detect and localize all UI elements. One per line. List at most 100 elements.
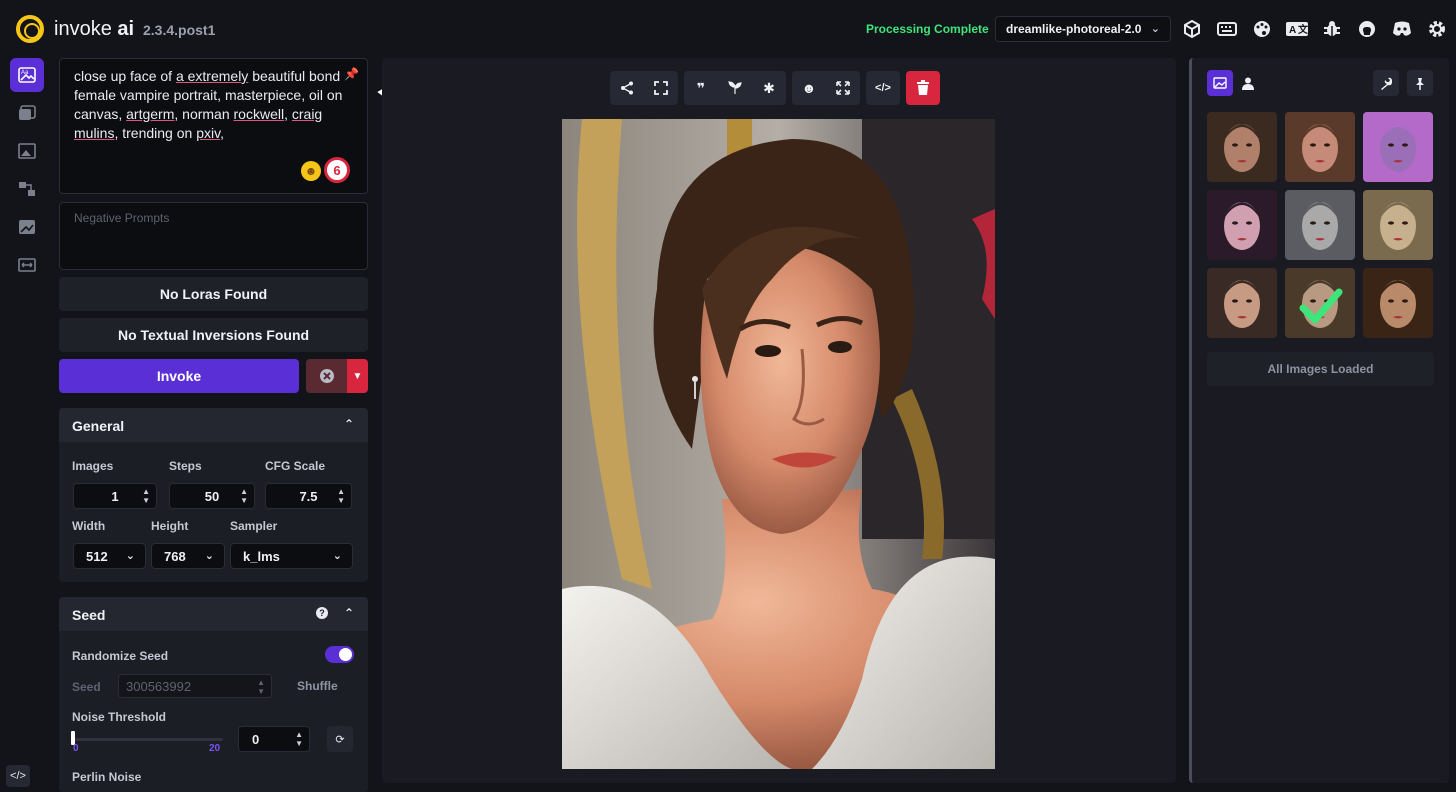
stepper-arrows-icon[interactable]: ▲ ▼ bbox=[337, 487, 345, 505]
negative-prompt-input[interactable]: Negative Prompts bbox=[59, 202, 368, 270]
gallery-thumbnail[interactable] bbox=[1285, 112, 1355, 182]
code-icon[interactable]: </> bbox=[866, 71, 900, 105]
share-icon[interactable] bbox=[610, 71, 644, 105]
keyboard-icon[interactable] bbox=[1215, 16, 1239, 42]
model-select-value: dreamlike-photoreal-2.0 bbox=[1006, 22, 1142, 36]
slider-min-label: 0 bbox=[73, 743, 79, 754]
stepper-arrows-icon[interactable]: ▲ ▼ bbox=[295, 730, 303, 748]
sampler-select[interactable]: k_lms ⌄ bbox=[230, 543, 353, 569]
unified-canvas-icon bbox=[18, 143, 36, 159]
parameters-panel: close up face of a extremely beautiful b… bbox=[59, 58, 368, 792]
emoji-picker-icon[interactable]: ☻ bbox=[301, 161, 321, 181]
gallery-thumbnail[interactable] bbox=[1363, 190, 1433, 260]
shuffle-button[interactable]: Shuffle bbox=[297, 679, 338, 693]
translate-icon[interactable]: A文 bbox=[1285, 16, 1309, 42]
training-icon bbox=[18, 258, 36, 272]
sampler-label: Sampler bbox=[230, 519, 278, 533]
stepper-arrows-icon[interactable]: ▲ ▼ bbox=[142, 487, 150, 505]
loras-button[interactable]: No Loras Found bbox=[59, 277, 368, 311]
steps-stepper[interactable]: 50 ▲ ▼ bbox=[169, 483, 255, 509]
height-select[interactable]: 768 ⌄ bbox=[151, 543, 225, 569]
app: invoke ai 2.3.4.post1 Processing Complet… bbox=[0, 0, 1456, 792]
chevron-down-icon: ⌄ bbox=[1150, 23, 1160, 35]
gallery-thumbnail[interactable] bbox=[1363, 112, 1433, 182]
processing-status: Processing Complete bbox=[866, 22, 989, 36]
cfg-stepper[interactable]: 7.5 ▲ ▼ bbox=[265, 483, 352, 509]
fullscreen-icon[interactable] bbox=[644, 71, 678, 105]
gallery-images-tab[interactable] bbox=[1207, 70, 1233, 96]
image-to-image-tab[interactable] bbox=[10, 96, 44, 130]
prompt-input[interactable]: close up face of a extremely beautiful b… bbox=[59, 58, 368, 194]
noise-threshold-input[interactable]: 0 ▲ ▼ bbox=[238, 726, 310, 752]
perlin-noise-label: Perlin Noise bbox=[72, 770, 142, 784]
github-icon[interactable] bbox=[1355, 16, 1379, 42]
gallery-thumbnail[interactable] bbox=[1363, 268, 1433, 338]
palette-icon[interactable] bbox=[1250, 16, 1274, 42]
training-tab[interactable] bbox=[10, 248, 44, 282]
cancel-button[interactable] bbox=[306, 359, 347, 393]
width-label: Width bbox=[72, 519, 106, 533]
bug-icon[interactable] bbox=[1320, 16, 1344, 42]
unified-canvas-tab[interactable] bbox=[10, 134, 44, 168]
gear-icon[interactable] bbox=[1425, 16, 1449, 42]
upscale-expand-icon[interactable] bbox=[826, 71, 860, 105]
cube-icon[interactable] bbox=[1180, 16, 1204, 42]
dev-console-button[interactable]: </> bbox=[6, 765, 30, 787]
seed-section-title: Seed bbox=[72, 607, 106, 623]
quote-icon[interactable]: ❞ bbox=[684, 71, 718, 105]
general-section-header[interactable]: General ⌃ bbox=[59, 408, 368, 442]
steps-label: Steps bbox=[169, 459, 202, 473]
brand-title: invoke ai bbox=[54, 18, 134, 41]
gallery-settings-button[interactable] bbox=[1373, 70, 1399, 96]
gallery-thumbnail[interactable] bbox=[1207, 112, 1277, 182]
image-toolbar: ❞ ✱ ☻ </> bbox=[610, 71, 940, 105]
text-to-image-tab[interactable]: Aa bbox=[10, 58, 44, 92]
gallery-thumbnail[interactable] bbox=[1207, 268, 1277, 338]
cfg-label: CFG Scale bbox=[265, 459, 326, 473]
noise-threshold-slider[interactable] bbox=[73, 738, 223, 741]
prompt-segment: , trending on bbox=[114, 125, 197, 141]
seed-input[interactable]: 300563992 ▲ ▼ bbox=[118, 674, 272, 698]
postprocessing-icon bbox=[19, 220, 35, 234]
randomize-seed-label: Randomize Seed bbox=[72, 649, 169, 663]
header-icon-bar: A文 bbox=[1180, 16, 1449, 42]
current-image[interactable] bbox=[562, 119, 995, 769]
stepper-arrows-icon[interactable]: ▲ ▼ bbox=[240, 487, 248, 505]
nodes-tab[interactable] bbox=[10, 172, 44, 206]
seedling-icon[interactable] bbox=[718, 71, 752, 105]
svg-text:文: 文 bbox=[1298, 23, 1308, 36]
grammarly-badge[interactable]: 6 bbox=[324, 157, 350, 183]
toolbar-group-enhance: ☻ bbox=[792, 71, 860, 105]
image-to-image-icon bbox=[19, 105, 36, 120]
face-restore-icon[interactable]: ☻ bbox=[792, 71, 826, 105]
gallery-thumbnail[interactable] bbox=[1207, 190, 1277, 260]
images-stepper[interactable]: 1 ▲ ▼ bbox=[73, 483, 157, 509]
negative-prompt-placeholder: Negative Prompts bbox=[74, 211, 170, 225]
stepper-arrows-icon[interactable]: ▲ ▼ bbox=[257, 678, 265, 696]
textual-inversions-button[interactable]: No Textual Inversions Found bbox=[59, 318, 368, 352]
gallery-thumbnail[interactable] bbox=[1285, 190, 1355, 260]
postprocessing-tab[interactable] bbox=[10, 210, 44, 244]
mode-rail: Aa </> bbox=[0, 58, 56, 792]
gallery-user-tab[interactable] bbox=[1235, 70, 1261, 96]
pin-icon[interactable]: 📌 bbox=[344, 65, 359, 84]
delete-image-button[interactable] bbox=[906, 71, 940, 105]
cancel-options-dropdown[interactable]: ▼ bbox=[347, 359, 368, 393]
asterisk-icon[interactable]: ✱ bbox=[752, 71, 786, 105]
images-value: 1 bbox=[111, 488, 119, 504]
prompt-segment: a extremely bbox=[175, 68, 249, 84]
discord-icon[interactable] bbox=[1390, 16, 1414, 42]
reset-icon[interactable]: ⟳ bbox=[327, 726, 353, 752]
seed-section: Seed ? ⌃ Randomize Seed Seed 300563992 ▲… bbox=[59, 597, 368, 792]
seed-section-header[interactable]: Seed ? ⌃ bbox=[59, 597, 368, 631]
gallery-pin-button[interactable] bbox=[1407, 70, 1433, 96]
help-icon[interactable]: ? bbox=[316, 607, 328, 619]
gallery-thumbnail[interactable] bbox=[1285, 268, 1355, 338]
invoke-button[interactable]: Invoke bbox=[59, 359, 299, 393]
width-select[interactable]: 512 ⌄ bbox=[73, 543, 146, 569]
all-images-loaded-button[interactable]: All Images Loaded bbox=[1207, 352, 1434, 386]
prompt-segment: , bbox=[284, 106, 292, 122]
randomize-seed-toggle[interactable] bbox=[325, 646, 354, 663]
chevron-down-icon: ⌄ bbox=[125, 550, 135, 562]
model-select[interactable]: dreamlike-photoreal-2.0 ⌄ bbox=[995, 16, 1171, 42]
